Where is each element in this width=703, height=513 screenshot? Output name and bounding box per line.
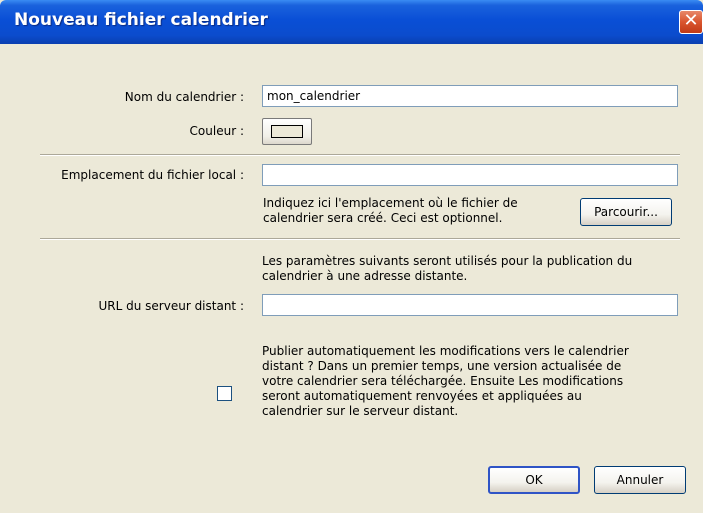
- auto-publish-line-4: seront automatiquement renvoyées et appl…: [262, 389, 582, 403]
- cancel-button[interactable]: Annuler: [594, 466, 686, 494]
- remote-url-label: URL du serveur distant :: [98, 299, 245, 313]
- auto-publish-checkbox[interactable]: [217, 386, 232, 401]
- ok-button[interactable]: OK: [488, 466, 580, 494]
- local-file-hint: Indiquez ici l'emplacement où le fichier…: [263, 196, 563, 226]
- browse-button[interactable]: Parcourir...: [580, 198, 672, 226]
- close-icon: ✕: [683, 10, 699, 31]
- auto-publish-line-2: distant ? Dans un premier temps, une ver…: [262, 359, 622, 373]
- auto-publish-line-1: Publier automatiquement les modification…: [262, 344, 629, 358]
- local-file-input[interactable]: [262, 164, 678, 186]
- remote-url-input[interactable]: [262, 294, 678, 316]
- color-swatch: [271, 125, 303, 138]
- remote-intro-line-2: calendrier à une adresse distante.: [262, 269, 468, 283]
- auto-publish-line-3: votre calendrier sera téléchargée. Ensui…: [262, 374, 624, 388]
- divider-middle: [40, 238, 680, 240]
- remote-intro: Les paramètres suivants seront utilisés …: [262, 254, 682, 284]
- auto-publish-line-5: calendrier sur le serveur distant.: [262, 404, 459, 418]
- calendar-name-input[interactable]: [262, 85, 678, 107]
- color-picker-button[interactable]: [262, 118, 312, 145]
- auto-publish-description: Publier automatiquement les modification…: [262, 344, 682, 419]
- title-bar[interactable]: Nouveau fichier calendrier ✕: [0, 0, 703, 44]
- local-file-label: Emplacement du fichier local :: [61, 168, 244, 182]
- close-button[interactable]: ✕: [679, 10, 703, 34]
- calendar-name-label: Nom du calendrier :: [124, 90, 244, 104]
- local-file-hint-line-1: Indiquez ici l'emplacement où le fichier…: [263, 196, 518, 210]
- color-label: Couleur :: [189, 124, 244, 138]
- dialog-title: Nouveau fichier calendrier: [14, 10, 268, 30]
- divider-top: [40, 154, 680, 156]
- local-file-hint-line-2: calendrier sera créé. Ceci est optionnel…: [263, 211, 503, 225]
- new-calendar-dialog: Nouveau fichier calendrier ✕ Nom du cale…: [0, 0, 703, 513]
- remote-intro-line-1: Les paramètres suivants seront utilisés …: [262, 254, 633, 268]
